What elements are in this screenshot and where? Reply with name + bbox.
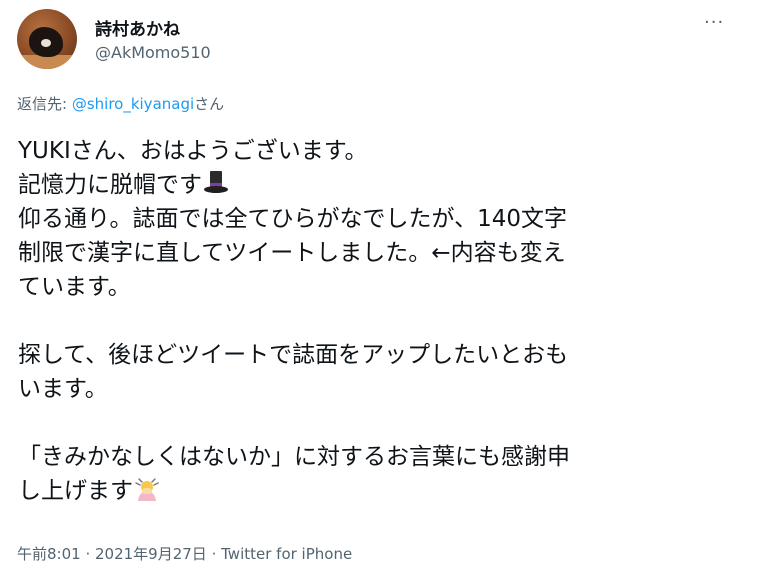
avatar-floor [17, 55, 77, 69]
tweet-time[interactable]: 午前8:01 [17, 545, 81, 563]
avatar[interactable] [17, 9, 77, 69]
tweet-line: います。 [18, 376, 108, 402]
tweet-line: し上げます [18, 474, 743, 508]
reply-mention-link[interactable]: @shiro_kiyanagi [72, 95, 194, 113]
tweet-line: 制限で漢字に直してツイートしました。←内容も変え [18, 240, 566, 266]
tweet-meta: 午前8:01 · 2021年9月27日 · Twitter for iPhone [17, 543, 352, 564]
author-display-name[interactable]: 詩村あかね [95, 15, 180, 40]
bowing-person-icon [133, 475, 161, 503]
tweet-line-text: し上げます [18, 478, 133, 504]
tweet-line: ています。 [18, 274, 131, 300]
tweet-date[interactable]: 2021年9月27日 [95, 545, 207, 563]
meta-separator: · [80, 545, 95, 563]
author-handle[interactable]: @AkMomo510 [95, 43, 211, 62]
tweet-line: 「きみかなしくはないか」に対するお言葉にも感謝申 [18, 444, 570, 470]
reply-to-line: 返信先: @shiro_kiyanagiさん [17, 93, 224, 114]
reply-prefix: 返信先: [17, 95, 72, 113]
tweet-line-text: 記憶力に脱帽です [18, 172, 202, 198]
avatar-dog-spot [41, 39, 51, 47]
tweet-line: 記憶力に脱帽です [18, 168, 743, 202]
top-hat-icon [202, 168, 230, 196]
tweet-line: 探して、後ほどツイートで誌面をアップしたいとおも [18, 342, 569, 368]
meta-separator: · [206, 545, 222, 563]
tweet-source: Twitter for iPhone [221, 545, 353, 563]
reply-suffix: さん [194, 95, 225, 113]
tweet-line: YUKIさん、おはようございます。 [18, 138, 368, 164]
ellipsis-icon[interactable]: ··· [704, 13, 724, 33]
tweet-text: YUKIさん、おはようございます。 記憶力に脱帽です 仰る通り。誌面では全てひら… [18, 134, 743, 508]
tweet-line: 仰る通り。誌面では全てひらがなでしたが、140文字 [18, 206, 567, 232]
